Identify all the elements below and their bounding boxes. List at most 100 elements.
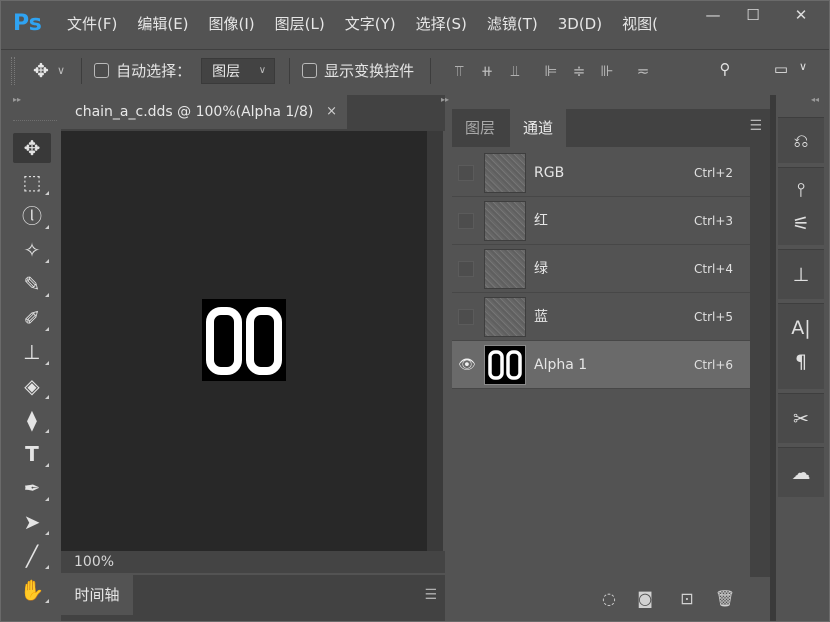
channel-row[interactable]: 红 Ctrl+3 — [452, 197, 750, 245]
channel-name: 蓝 — [534, 309, 548, 325]
move-icon[interactable]: ✥ — [13, 133, 51, 163]
magic-wand-icon[interactable]: ✧ — [13, 235, 51, 265]
channel-shortcut: Ctrl+6 — [694, 358, 734, 372]
eye-icon[interactable]: 👁 — [458, 357, 476, 373]
divider — [430, 57, 432, 84]
menu-file[interactable]: 文件(F) — [57, 1, 127, 47]
align-vcenter-icon[interactable]: ⧺ — [473, 62, 501, 80]
divider — [81, 57, 83, 84]
menu-edit[interactable]: 编辑(E) — [127, 1, 198, 47]
eyedropper-icon[interactable]: ✎ — [13, 269, 51, 299]
show-transform-label: 显示变换控件 — [324, 62, 415, 80]
align-hcenter-icon[interactable]: ≑ — [565, 62, 593, 80]
channel-row[interactable]: 绿 Ctrl+4 — [452, 245, 750, 293]
zoom-level[interactable]: 100% — [74, 554, 114, 570]
auto-select-checkbox[interactable] — [94, 63, 110, 78]
auto-select-dropdown[interactable]: 图层 ∨ — [201, 57, 276, 84]
paint-bucket-icon[interactable]: ⧫ — [13, 405, 51, 435]
panel-collapse-icon[interactable]: ▸▸ — [441, 95, 451, 109]
clone-source-icon[interactable]: ⊥ — [778, 259, 824, 291]
document-image[interactable] — [202, 299, 286, 381]
delete-icon[interactable]: 🗑 — [714, 589, 736, 608]
align-top-icon[interactable]: ⫪ — [445, 62, 473, 80]
line-icon[interactable]: ╱ — [13, 541, 51, 571]
channel-shortcut: Ctrl+5 — [694, 310, 734, 324]
channel-name: 绿 — [534, 261, 548, 277]
visibility-toggle[interactable] — [458, 213, 474, 229]
dock-group-clone: ⊥ — [778, 249, 824, 299]
load-selection-icon[interactable]: ◌ — [598, 589, 620, 608]
chevron-down-icon[interactable]: ∨ — [789, 60, 817, 73]
brush-icon[interactable]: ✐ — [13, 303, 51, 333]
align-bottom-icon[interactable]: ⫫ — [501, 62, 529, 80]
path-select-icon[interactable]: ➤ — [13, 507, 51, 537]
new-channel-icon[interactable]: ⊡ — [676, 589, 698, 608]
auto-select-label: 自动选择： — [116, 62, 192, 80]
menu-view[interactable]: 视图( — [612, 1, 662, 47]
channels-footer: ◌ ◙ ⊡ 🗑 — [452, 577, 770, 621]
stamp-icon[interactable]: ⊥ — [13, 337, 51, 367]
digits-graphic — [206, 307, 282, 375]
restore-button[interactable]: ☐ — [733, 1, 773, 29]
channel-thumbnail — [484, 249, 526, 289]
character-icon[interactable]: A| — [778, 312, 824, 344]
options-bar-grip[interactable] — [11, 56, 15, 85]
channel-thumbnail — [484, 297, 526, 337]
channels-list: RGB Ctrl+2 红 Ctrl+3 绿 Ctrl+4 蓝 Ctrl+5 👁 — [452, 147, 750, 577]
document-tab[interactable]: chain_a_c.dds @ 100%(Alpha 1/8) × — [61, 95, 347, 129]
marquee-icon[interactable]: ⬚ — [13, 167, 51, 197]
type-icon[interactable]: T — [13, 439, 51, 469]
ps-logo: Ps — [13, 11, 42, 36]
menu-select[interactable]: 选择(S) — [406, 1, 477, 47]
hand-icon[interactable]: ✋ — [13, 575, 51, 605]
tools-collapse-icon[interactable]: ▸▸ — [1, 95, 57, 121]
panel-scrollbar[interactable] — [750, 147, 770, 577]
menu-type[interactable]: 文字(Y) — [335, 1, 406, 47]
menu-3d[interactable]: 3D(D) — [548, 1, 612, 47]
panel-menu-icon[interactable]: ☰ — [749, 118, 762, 134]
panel-menu-icon[interactable]: ☰ — [424, 587, 437, 603]
eraser-icon[interactable]: ◈ — [13, 371, 51, 401]
channel-row[interactable]: RGB Ctrl+2 — [452, 149, 750, 197]
channel-thumbnail — [484, 201, 526, 241]
menu-image[interactable]: 图像(I) — [199, 1, 265, 47]
close-button[interactable]: ✕ — [773, 1, 829, 29]
tab-layers[interactable]: 图层 — [452, 109, 508, 147]
visibility-toggle[interactable] — [458, 261, 474, 277]
options-bar: ✥ ∨ 自动选择： 图层 ∨ 显示变换控件 ⫪ ⧺ ⫫ ⊫ ≑ ⊪ ≂ ⚲ ▭ … — [1, 49, 829, 91]
dock-collapse-icon[interactable]: ◂◂ — [776, 95, 829, 109]
move-tool-preset-icon[interactable]: ✥ — [29, 60, 53, 82]
lasso-icon[interactable]: ⓛ — [13, 201, 51, 231]
visibility-toggle[interactable] — [458, 309, 474, 325]
panel-tab-bar: 图层 通道 ☰ — [452, 109, 770, 147]
align-left-icon[interactable]: ⊫ — [537, 62, 565, 80]
libraries-icon[interactable]: ☁ — [778, 457, 824, 489]
show-transform-checkbox[interactable] — [302, 63, 318, 78]
channel-row[interactable]: 蓝 Ctrl+5 — [452, 293, 750, 341]
auto-select-value: 图层 — [212, 63, 241, 80]
distribute-icon[interactable]: ≂ — [629, 62, 657, 80]
align-right-icon[interactable]: ⊪ — [593, 62, 621, 80]
adjustments-icon[interactable]: ⚟ — [778, 208, 824, 240]
align-controls: ⫪ ⧺ ⫫ ⊫ ≑ ⊪ ≂ — [445, 62, 657, 80]
tab-timeline[interactable]: 时间轴 — [61, 575, 133, 615]
tab-channels[interactable]: 通道 — [510, 109, 567, 147]
window-controls: — ☐ ✕ — [693, 1, 829, 29]
menu-filter[interactable]: 滤镜(T) — [477, 1, 548, 47]
brushes-icon[interactable]: ⫯ — [778, 174, 824, 206]
chevron-down-icon[interactable]: ∨ — [57, 64, 65, 77]
canvas-scrollbar[interactable] — [427, 131, 443, 551]
tool-panel: ▸▸ ✥ ⬚ ⓛ ✧ ✎ ✐ ⊥ ◈ ⧫ T ✒ ➤ ╱ ✋ — [1, 95, 57, 621]
dock-group-history: ⎌ — [778, 117, 824, 163]
history-icon[interactable]: ⎌ — [778, 125, 824, 157]
minimize-button[interactable]: — — [693, 1, 733, 29]
search-icon[interactable]: ⚲ — [711, 60, 739, 78]
menu-layer[interactable]: 图层(L) — [265, 1, 335, 47]
visibility-toggle[interactable] — [458, 165, 474, 181]
channel-row-selected[interactable]: 👁 Alpha 1 Ctrl+6 — [452, 341, 750, 389]
paragraph-icon[interactable]: ¶ — [778, 346, 824, 378]
tool-presets-icon[interactable]: ✂ — [778, 403, 824, 435]
close-icon[interactable]: × — [326, 95, 337, 129]
pen-icon[interactable]: ✒ — [13, 473, 51, 503]
save-selection-icon[interactable]: ◙ — [634, 589, 656, 608]
